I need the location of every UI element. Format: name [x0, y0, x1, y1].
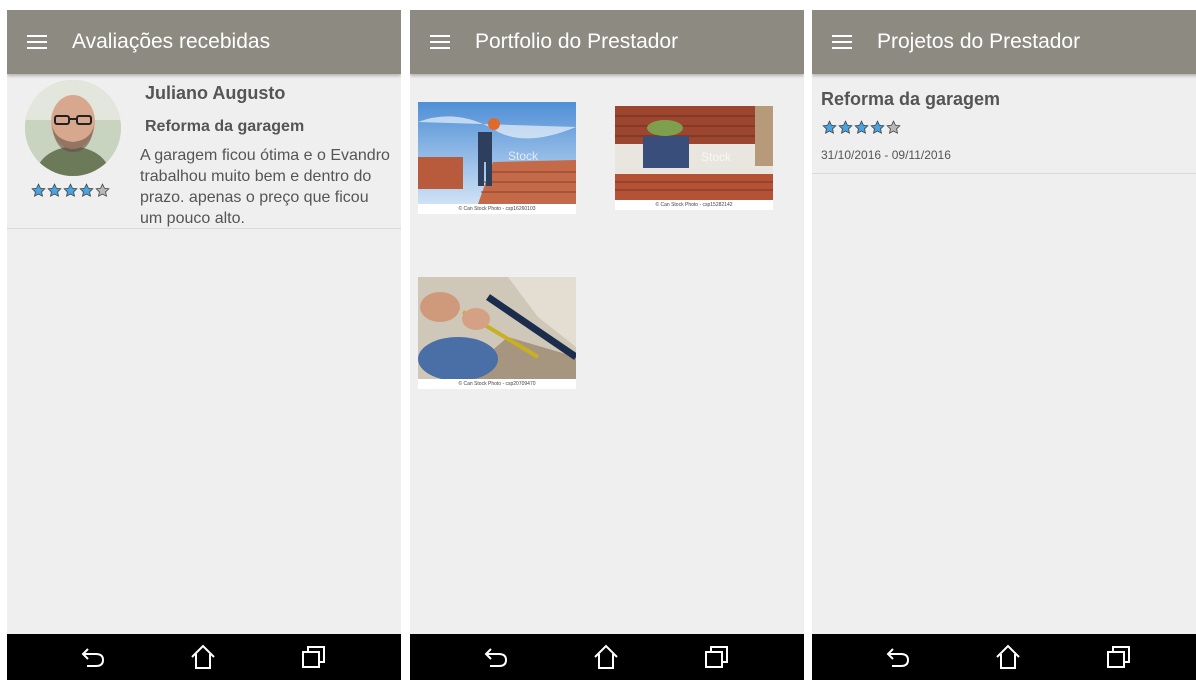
portfolio-photo[interactable]: © Can Stock Photo - csp20709470: [418, 277, 576, 389]
photo-caption: © Can Stock Photo - csp20709470: [458, 381, 536, 387]
back-arrow-icon: [81, 648, 105, 667]
recent-apps-button[interactable]: [283, 634, 343, 680]
home-icon: [594, 644, 618, 669]
hamburger-menu-icon[interactable]: [27, 35, 47, 49]
star-filled-icon: [822, 120, 837, 135]
home-icon: [996, 644, 1020, 669]
photo-watermark: Stock: [701, 150, 732, 164]
system-nav-bar: [812, 634, 1196, 680]
star-empty-icon: [886, 120, 901, 135]
portfolio-photo[interactable]: Stock © Can Stock Photo - csp15282142: [615, 106, 773, 210]
back-button[interactable]: [63, 634, 123, 680]
photo-watermark: Stock: [508, 149, 539, 163]
star-filled-icon: [31, 183, 46, 198]
system-nav-bar: [7, 634, 401, 680]
hamburger-menu-icon[interactable]: [430, 35, 450, 49]
photo-caption: © Can Stock Photo - csp16260103: [458, 206, 536, 212]
photo-caption: © Can Stock Photo - csp15282142: [655, 202, 733, 208]
home-button[interactable]: [978, 634, 1038, 680]
star-filled-icon: [854, 120, 869, 135]
screen-title: Avaliações recebidas: [72, 30, 271, 53]
screen-title: Portfolio do Prestador: [475, 30, 679, 53]
recent-apps-button[interactable]: [1088, 634, 1148, 680]
reviewer-name: Juliano Augusto: [145, 83, 286, 103]
review-comment: A garagem ficou ótima e o Evandro trabal…: [140, 147, 390, 227]
star-filled-icon: [63, 183, 78, 198]
star-filled-icon: [79, 183, 94, 198]
hamburger-menu-icon[interactable]: [832, 35, 852, 49]
star-filled-icon: [838, 120, 853, 135]
project-rating: [822, 120, 902, 135]
star-filled-icon: [47, 183, 62, 198]
projects-screen: Projetos do Prestador Reforma da garagem…: [812, 10, 1196, 680]
recent-apps-icon: [1107, 646, 1130, 668]
screen-title: Projetos do Prestador: [877, 30, 1081, 53]
app-bar: Avaliações recebidas: [7, 10, 401, 74]
app-bar: Projetos do Prestador: [812, 10, 1196, 74]
home-icon: [191, 644, 215, 669]
back-button[interactable]: [868, 634, 928, 680]
recent-apps-button[interactable]: [686, 634, 746, 680]
back-button[interactable]: [466, 634, 526, 680]
review-item[interactable]: Juliano Augusto Reforma da garagem A gar…: [7, 74, 401, 229]
project-dates: 31/10/2016 - 09/11/2016: [821, 148, 951, 162]
review-rating: [31, 183, 111, 198]
back-arrow-icon: [484, 648, 508, 667]
home-button[interactable]: [576, 634, 636, 680]
star-empty-icon: [95, 183, 110, 198]
project-name: Reforma da garagem: [821, 89, 1001, 109]
recent-apps-icon: [705, 646, 728, 668]
portfolio-photo[interactable]: Stock © Can Stock Photo - csp16260103: [418, 102, 576, 214]
system-nav-bar: [410, 634, 804, 680]
star-filled-icon: [870, 120, 885, 135]
recent-apps-icon: [302, 646, 325, 668]
reviews-screen: Avaliações recebidas Juliano Augusto Ref…: [7, 10, 401, 680]
home-button[interactable]: [173, 634, 233, 680]
project-item[interactable]: Reforma da garagem 31/10/2016 - 09/11/20…: [812, 74, 1196, 174]
back-arrow-icon: [886, 648, 910, 667]
reviewer-avatar: [25, 80, 121, 176]
app-bar: Portfolio do Prestador: [410, 10, 804, 74]
review-project-name: Reforma da garagem: [145, 118, 305, 135]
portfolio-screen: Portfolio do Prestador Stock © Can Stock…: [410, 10, 804, 680]
